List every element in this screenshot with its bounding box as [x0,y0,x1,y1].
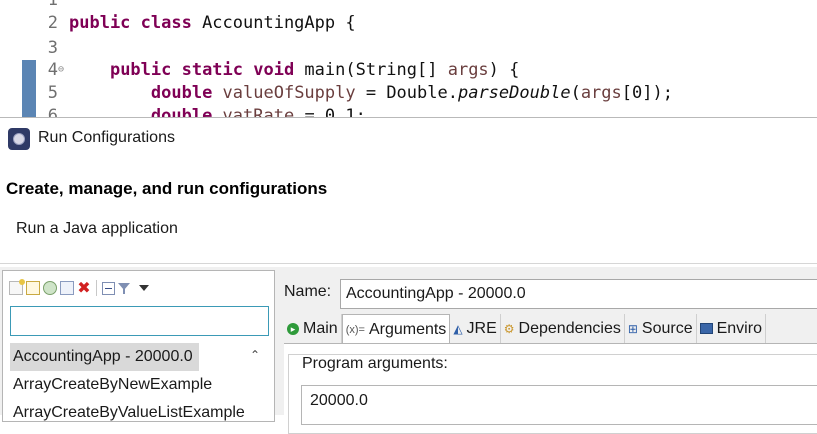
code-line[interactable]: 4 ⊖ public static void main(String[] args… [0,59,817,82]
configuration-toolbar: ✖ [9,279,149,297]
arguments-tab-content: Program arguments: 20000.0 [284,343,817,434]
header-subtitle: Run a Java application [16,220,178,237]
name-field[interactable] [340,279,817,309]
configuration-list: AccountingApp - 20000.0 ArrayCreateByNew… [10,343,272,427]
delete-icon[interactable]: ✖ [77,280,91,296]
tab-label: Dependencies [518,319,621,337]
code-token: public static void [109,60,305,80]
code-token: AccountingApp { [202,13,356,33]
main-tab-icon: ▸ [287,322,299,335]
tab-main[interactable]: ▸ Main [284,314,342,343]
tab-dependencies[interactable]: ⚙ Dependencies [500,314,625,343]
line-number: 2 [47,13,58,33]
filter-input[interactable] [10,306,269,336]
line-number: 1 [47,0,58,10]
code-line[interactable]: 6 double vatRate = 0.1; [0,105,817,117]
tab-label: JRE [466,319,497,337]
scroll-up-arrow-icon[interactable]: ⌃ [250,348,260,362]
tab-source[interactable]: ⊞ Source [624,314,697,343]
code-line[interactable]: 1 [0,0,817,12]
code-token: valueOfSupply [222,83,356,103]
code-token: = 0.1; [294,106,366,117]
code-line[interactable]: 3 [0,37,817,60]
collapse-all-icon[interactable] [102,281,115,295]
header-title: Create, manage, and run configurations [6,179,328,198]
dialog-title: Run Configurations [38,129,175,146]
code-line[interactable]: 5 double valueOfSupply = Double.parseDou… [0,82,817,105]
code-token: = Double. [355,83,458,103]
tab-label: Enviro [716,319,762,337]
line-number: 4 [47,60,58,80]
tab-environment[interactable]: Enviro [696,314,766,343]
code-token: [0]); [621,83,673,103]
eclipse-run-icon [8,128,30,150]
program-arguments-field[interactable]: 20000.0 [301,385,817,425]
list-item[interactable]: ArrayCreateByValueListExample [10,399,272,427]
toolbar-divider [96,280,97,296]
tab-label: Arguments [368,320,447,338]
dependencies-tab-icon: ⚙ [503,321,515,336]
code-text: double vatRate = 0.1; [69,105,366,117]
configuration-tree-panel: ✖ AccountingApp - 20000.0 ArrayCreateByN… [2,270,275,422]
tab-arguments[interactable]: (x)= Arguments [341,314,451,344]
code-line[interactable]: 2 public class AccountingApp { [0,12,817,35]
tab-jre[interactable]: ◭ JRE [450,314,501,343]
config-tabs: ▸ Main (x)= Arguments ◭ JRE ⚙ Dependenci… [284,314,766,344]
line-number: 3 [47,38,58,58]
new-prototype-icon[interactable] [26,281,40,295]
code-token: double [150,83,223,103]
new-config-icon[interactable] [9,279,25,295]
environment-tab-icon [699,323,713,334]
duplicate-icon[interactable] [60,281,74,295]
code-editor[interactable]: 1 2 public class AccountingApp { 3 4 ⊖ public… [0,0,817,117]
code-token: parseDouble [457,83,571,103]
code-token: double [150,106,223,117]
program-arguments-group: Program arguments: 20000.0 [288,354,817,434]
code-token: ( [570,83,581,103]
export-icon[interactable] [43,281,57,295]
list-item[interactable]: ArrayCreateByNewExample [10,371,272,399]
code-token: ) { [488,60,520,80]
tab-label: Main [303,319,338,337]
code-token: vatRate [222,106,295,117]
fold-toggle-icon[interactable]: ⊖ [58,58,64,81]
list-item[interactable]: AccountingApp - 20000.0 [10,343,272,371]
code-token: public class [69,13,203,33]
code-text: public class AccountingApp { [69,12,356,35]
run-configurations-dialog: Run Configurations Create, manage, and r… [0,117,817,434]
tab-label: Source [641,319,693,337]
name-label: Name: [284,283,332,300]
program-arguments-label: Program arguments: [299,355,451,373]
code-text: public static void main(String[] args) { [69,59,519,82]
list-item-label[interactable]: AccountingApp - 20000.0 [10,343,199,371]
line-number: 6 [47,106,58,117]
code-token: main(String[] [304,60,448,80]
view-menu-icon[interactable] [139,285,149,291]
code-token: args [447,60,489,80]
jre-tab-icon: ◭ [453,321,463,336]
arguments-tab-icon: (x)= [345,323,365,336]
source-tab-icon: ⊞ [627,321,638,336]
code-token: args [580,83,622,103]
line-number: 5 [47,83,58,103]
code-text: double valueOfSupply = Double.parseDoubl… [69,82,673,105]
dialog-body: ✖ AccountingApp - 20000.0 ArrayCreateByN… [0,267,817,434]
header-divider [0,263,817,264]
filter-icon[interactable] [118,282,131,295]
